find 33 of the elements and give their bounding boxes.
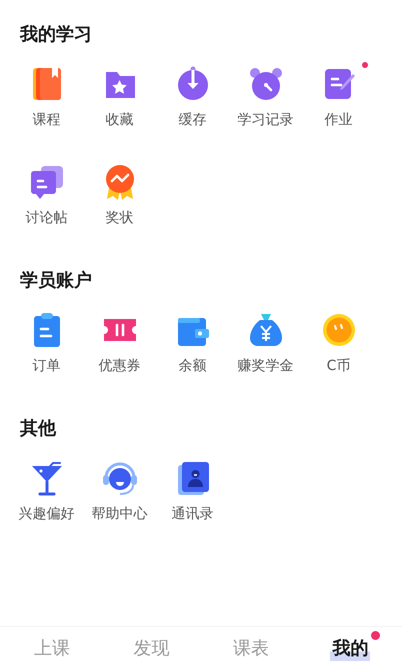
section-title: 学员账户 <box>20 269 93 293</box>
menu-item[interactable]: 缓存 <box>156 64 229 130</box>
menu-item[interactable]: 兴趣偏好 <box>10 458 83 524</box>
menu-label: 订单 <box>32 357 60 376</box>
menu-item[interactable]: 学习记录 <box>229 64 302 130</box>
section-title: 其他 <box>20 417 58 441</box>
menu-label: 奖状 <box>106 209 134 228</box>
menu-item[interactable]: 讨论帖 <box>10 162 83 228</box>
section-title: 我的学习 <box>20 23 93 47</box>
menu-item[interactable]: 课程 <box>10 64 83 130</box>
menu-item[interactable]: 通讯录 <box>156 458 229 524</box>
menu-item[interactable]: 收藏 <box>83 64 156 130</box>
menu-label: 兴趣偏好 <box>18 505 74 524</box>
menu-item[interactable]: 赚奖学金 <box>229 310 302 376</box>
menu-item[interactable]: 优惠券 <box>83 310 156 376</box>
menu-label: 余额 <box>178 357 206 376</box>
menu-label: 讨论帖 <box>26 209 68 228</box>
menu-label: 作业 <box>324 111 352 130</box>
menu-label: 收藏 <box>106 111 134 130</box>
menu-label: 通讯录 <box>172 505 214 524</box>
menu-item[interactable]: 帮助中心 <box>83 458 156 524</box>
menu-item[interactable]: 奖状 <box>83 162 156 228</box>
menu-label: 缓存 <box>178 111 206 130</box>
menu-label: 赚奖学金 <box>238 357 294 376</box>
menu-label: C币 <box>326 357 350 376</box>
menu-item[interactable]: 订单 <box>10 310 83 376</box>
menu-item[interactable]: C币 <box>302 310 375 376</box>
menu-label: 优惠券 <box>98 357 140 376</box>
menu-item[interactable]: 余额 <box>156 310 229 376</box>
menu-label: 帮助中心 <box>92 505 148 524</box>
menu-label: 学习记录 <box>238 111 294 130</box>
menu-item[interactable]: 作业 <box>302 64 375 130</box>
menu-label: 课程 <box>32 111 60 130</box>
